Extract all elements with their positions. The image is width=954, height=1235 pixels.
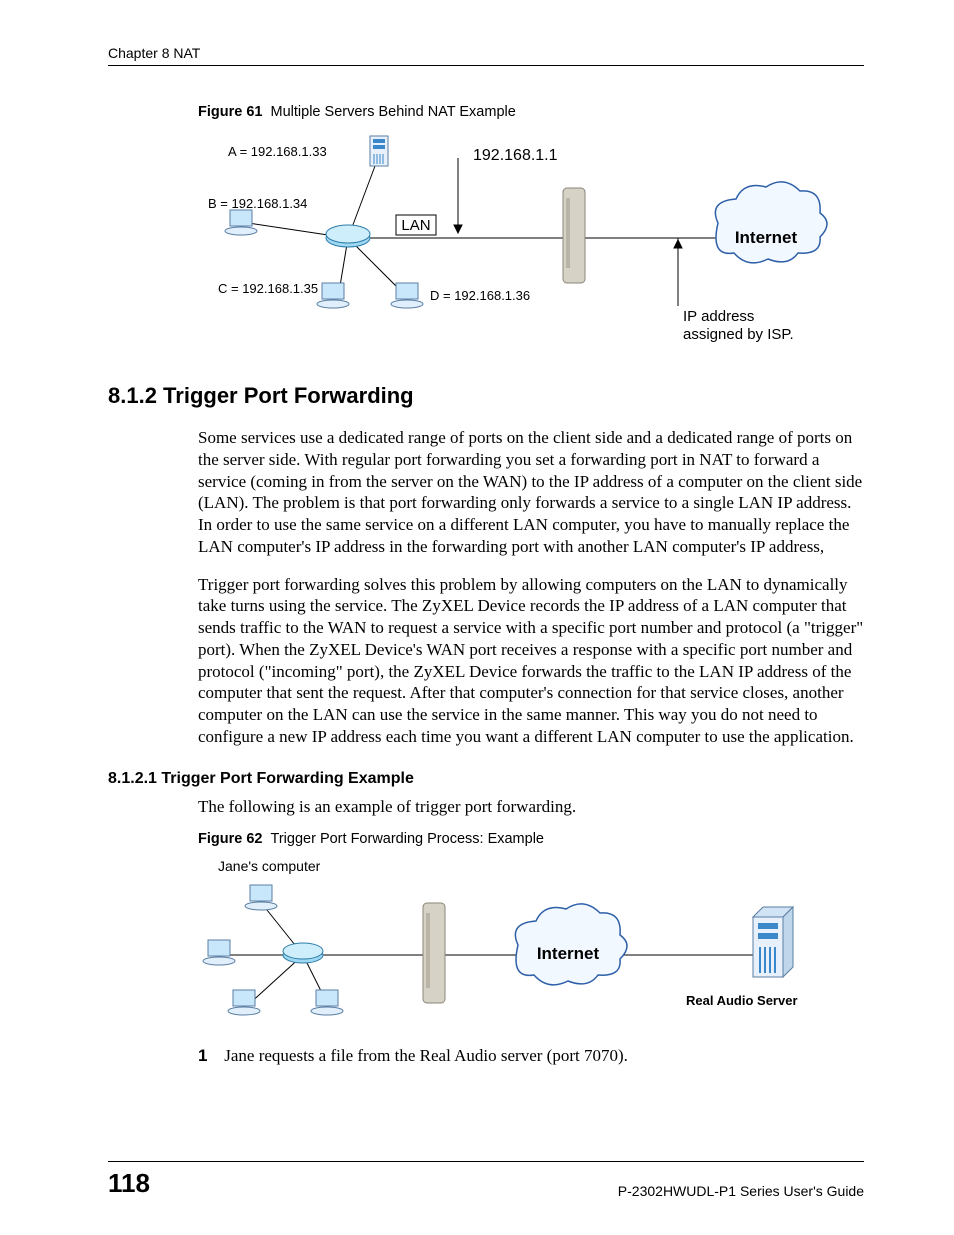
paragraph: Trigger port forwarding solves this prob… [198,574,864,748]
label-isp1: IP address [683,308,754,325]
figure61-title: Multiple Servers Behind NAT Example [271,104,516,120]
internet-label: Internet [735,228,798,247]
figure62-diagram: Jane's computer [198,855,818,1035]
pc-icon [225,210,257,235]
server-icon [370,136,388,166]
pc-icon [245,885,277,910]
figure62-caption: Figure 62 Trigger Port Forwarding Proces… [198,831,864,847]
label-gateway: 192.168.1.1 [473,147,558,164]
label-lan: LAN [401,217,430,234]
paragraph: Some services use a dedicated range of p… [198,427,864,558]
guide-title: P-2302HWUDL-P1 Series User's Guide [618,1183,864,1199]
figure61-diagram: Internet A = 192.168.1.33 B = 192.168.1.… [198,128,838,353]
paragraph: The following is an example of trigger p… [198,796,864,818]
label-jane: Jane's computer [218,858,321,874]
page-number: 118 [108,1168,150,1199]
figure62-title: Trigger Port Forwarding Process: Example [271,831,544,847]
label-isp2: assigned by ISP. [683,326,794,343]
pc-icon [391,283,423,308]
router-icon [423,903,445,1003]
pc-icon [311,990,343,1015]
step-number: 1 [198,1045,220,1067]
step-text: Jane requests a file from the Real Audio… [224,1046,628,1065]
label-b: B = 192.168.1.34 [208,196,307,211]
label-d: D = 192.168.1.36 [430,288,530,303]
server-icon [753,907,793,977]
pc-icon [228,990,260,1015]
heading-8-1-2-1: 8.1.2.1 Trigger Port Forwarding Example [108,770,864,788]
label-server: Real Audio Server [686,993,798,1008]
pc-icon [317,283,349,308]
step-1: 1 Jane requests a file from the Real Aud… [198,1045,864,1067]
figure61-number: Figure 61 [198,104,262,120]
page-footer: 118 P-2302HWUDL-P1 Series User's Guide [108,1161,864,1199]
figure61-caption: Figure 61 Multiple Servers Behind NAT Ex… [198,104,864,120]
figure62-number: Figure 62 [198,831,262,847]
heading-8-1-2: 8.1.2 Trigger Port Forwarding [108,383,864,409]
label-a: A = 192.168.1.33 [228,144,327,159]
router-icon [563,188,585,283]
pc-icon [203,940,235,965]
internet-label: Internet [537,944,600,963]
cloud-icon [715,182,827,263]
label-c: C = 192.168.1.35 [218,281,318,296]
running-header: Chapter 8 NAT [108,45,864,66]
